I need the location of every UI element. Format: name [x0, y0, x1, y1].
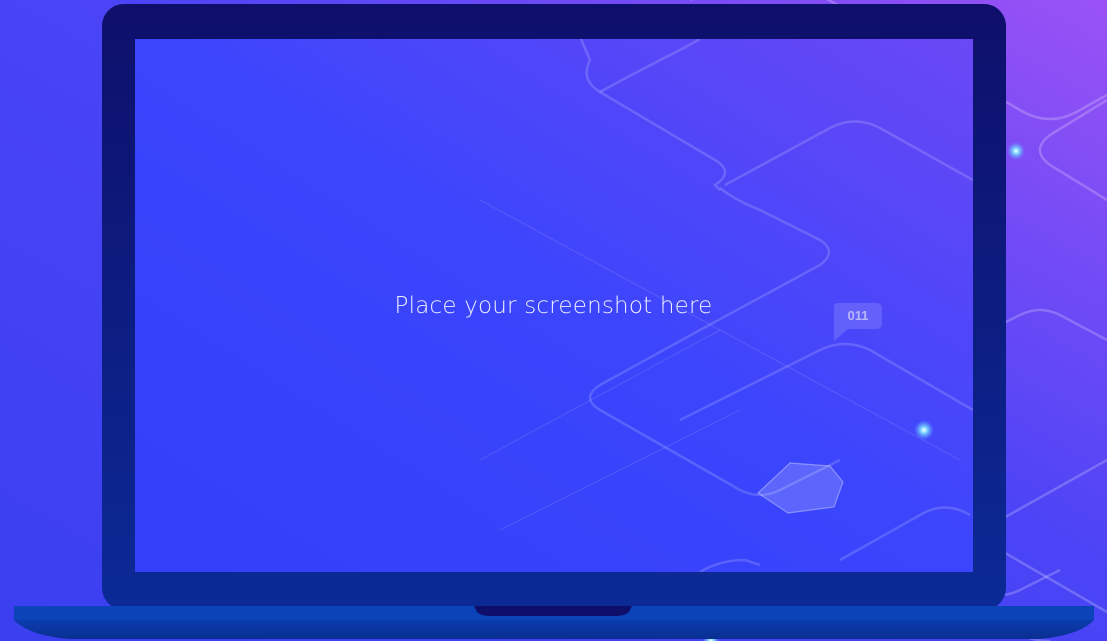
- laptop-base: [14, 620, 1094, 639]
- glow-dot: [914, 420, 934, 440]
- glow-dot: [1007, 142, 1025, 160]
- badge-label: 011: [847, 308, 869, 323]
- laptop-mockup-scene: Place your screenshot here 011: [0, 0, 1107, 641]
- laptop-notch: [474, 606, 632, 616]
